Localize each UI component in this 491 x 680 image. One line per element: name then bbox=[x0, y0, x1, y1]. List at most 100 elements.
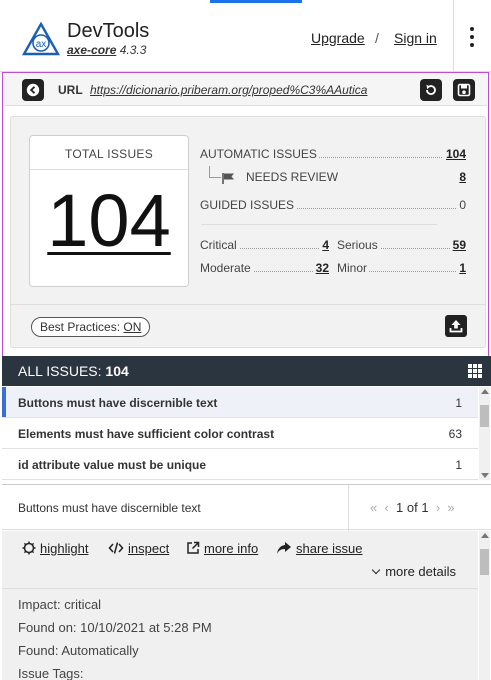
impact-text: Impact: critical bbox=[18, 597, 102, 612]
serious-row: Serious 59 bbox=[337, 238, 466, 252]
sign-in-link[interactable]: Sign in bbox=[394, 30, 437, 46]
issue-count: 63 bbox=[448, 427, 462, 441]
issue-tags-label: Issue Tags: bbox=[18, 666, 84, 680]
best-practices-label: Best Practices: bbox=[40, 320, 121, 334]
automatic-issues-row: AUTOMATIC ISSUES 104 bbox=[200, 147, 466, 161]
all-issues-count: 104 bbox=[105, 363, 129, 379]
best-practices-toggle[interactable]: Best Practices: ON bbox=[31, 317, 151, 337]
minor-label: Minor bbox=[337, 261, 370, 275]
detail-divider bbox=[2, 588, 478, 589]
automatic-issues-count[interactable]: 104 bbox=[442, 147, 466, 161]
external-link-icon bbox=[187, 541, 200, 554]
moderate-row: Moderate 32 bbox=[200, 261, 329, 275]
issue-name: id attribute value must be unique bbox=[18, 458, 207, 472]
needs-review-count[interactable]: 8 bbox=[456, 170, 466, 184]
needs-review-row: NEEDS REVIEW 8 bbox=[246, 170, 466, 184]
issue-row[interactable]: Elements must have sufficient color cont… bbox=[2, 418, 478, 449]
scroll-down-arrow-icon[interactable] bbox=[481, 473, 489, 478]
found-method-text: Found: Automatically bbox=[18, 643, 139, 658]
needs-review-label: NEEDS REVIEW bbox=[246, 170, 341, 184]
minor-row: Minor 1 bbox=[337, 261, 466, 275]
highlight-icon bbox=[22, 541, 36, 555]
serious-label: Serious bbox=[337, 238, 380, 252]
app-title: DevTools bbox=[67, 20, 150, 42]
pager-divider bbox=[348, 485, 349, 531]
critical-label: Critical bbox=[200, 238, 239, 252]
header-separator: / bbox=[375, 30, 379, 46]
axe-logo-icon: ax bbox=[22, 22, 60, 56]
share-issue-label: share issue bbox=[296, 541, 363, 556]
issue-count: 1 bbox=[455, 458, 462, 472]
issue-row[interactable]: Buttons must have discernible text 1 bbox=[2, 387, 478, 418]
kebab-menu-icon[interactable] bbox=[466, 27, 478, 47]
best-practices-state: ON bbox=[123, 320, 142, 334]
more-details-toggle[interactable]: more details bbox=[371, 564, 456, 579]
total-issues-card: TOTAL ISSUES 104 bbox=[29, 135, 189, 287]
issue-name: Buttons must have discernible text bbox=[18, 396, 218, 410]
total-issues-label: TOTAL ISSUES bbox=[64, 147, 154, 161]
code-icon bbox=[108, 542, 124, 554]
automatic-issues-label: AUTOMATIC ISSUES bbox=[200, 147, 319, 161]
svg-text:ax: ax bbox=[36, 39, 47, 50]
last-page-icon[interactable]: » bbox=[447, 500, 454, 515]
rerun-icon[interactable] bbox=[420, 79, 442, 101]
serious-count[interactable]: 59 bbox=[449, 238, 466, 252]
issue-detail-header: Buttons must have discernible text « ‹ 1… bbox=[2, 484, 491, 531]
issues-list: Buttons must have discernible text 1 Ele… bbox=[2, 387, 478, 480]
guided-issues-row: GUIDED ISSUES 0 bbox=[200, 198, 466, 212]
app-header: ax DevTools axe-core 4.3.3 Upgrade / Sig… bbox=[0, 0, 491, 72]
issue-detail-title: Buttons must have discernible text bbox=[18, 501, 201, 515]
issue-row[interactable]: id attribute value must be unique 1 bbox=[2, 449, 478, 480]
chevron-down-icon bbox=[371, 565, 381, 575]
critical-count[interactable]: 4 bbox=[319, 238, 329, 252]
found-on-text: Found on: 10/10/2021 at 5:28 PM bbox=[18, 620, 212, 635]
tree-connector bbox=[209, 166, 221, 178]
summary-footer-divider bbox=[11, 304, 485, 305]
minor-count[interactable]: 1 bbox=[456, 261, 466, 275]
share-icon bbox=[277, 542, 291, 554]
more-info-label: more info bbox=[204, 541, 259, 556]
more-info-button[interactable]: more info bbox=[186, 541, 258, 556]
app-version: axe-core 4.3.3 bbox=[67, 43, 146, 57]
scroll-up-arrow-icon[interactable] bbox=[481, 533, 489, 538]
prev-page-icon[interactable]: ‹ bbox=[384, 500, 388, 515]
issue-pager: « ‹ 1 of 1 › » bbox=[370, 500, 455, 515]
flag-icon bbox=[222, 173, 234, 184]
all-issues-header: ALL ISSUES: 104 bbox=[2, 356, 491, 386]
issue-detail-body: highlight inspect more info share issue … bbox=[2, 531, 478, 680]
save-icon[interactable] bbox=[453, 79, 475, 101]
first-page-icon[interactable]: « bbox=[370, 500, 377, 515]
inspect-button[interactable]: inspect bbox=[108, 541, 169, 556]
back-arrow-icon[interactable] bbox=[22, 79, 44, 101]
scroll-up-arrow-icon[interactable] bbox=[481, 389, 489, 394]
critical-row: Critical 4 bbox=[200, 238, 329, 252]
scrollbar-thumb[interactable] bbox=[480, 549, 489, 575]
share-issue-button[interactable]: share issue bbox=[276, 541, 362, 556]
url-bar: URL https://dicionario.priberam.org/prop… bbox=[4, 74, 487, 106]
issue-count: 1 bbox=[455, 396, 462, 410]
upgrade-link[interactable]: Upgrade bbox=[311, 30, 365, 46]
grid-icon[interactable] bbox=[468, 364, 482, 378]
more-details-label: more details bbox=[385, 564, 456, 579]
header-divider bbox=[453, 0, 454, 72]
url-link[interactable]: https://dicionario.priberam.org/proped%C… bbox=[90, 83, 367, 97]
summary-divider bbox=[201, 224, 437, 225]
inspect-label: inspect bbox=[128, 541, 170, 556]
active-tab-indicator bbox=[210, 0, 302, 3]
guided-issues-count: 0 bbox=[456, 198, 466, 212]
version-number: 4.3.3 bbox=[119, 43, 147, 57]
export-icon[interactable] bbox=[445, 315, 467, 337]
issues-summary: TOTAL ISSUES 104 AUTOMATIC ISSUES 104 NE… bbox=[10, 116, 486, 348]
moderate-count[interactable]: 32 bbox=[312, 261, 329, 275]
issue-name: Elements must have sufficient color cont… bbox=[18, 427, 275, 441]
issues-scrollbar[interactable] bbox=[479, 387, 490, 480]
guided-issues-label: GUIDED ISSUES bbox=[200, 198, 297, 212]
highlight-button[interactable]: highlight bbox=[22, 541, 88, 556]
scrollbar-thumb[interactable] bbox=[480, 405, 489, 427]
moderate-label: Moderate bbox=[200, 261, 253, 275]
detail-scrollbar[interactable] bbox=[479, 531, 490, 680]
axe-core-link[interactable]: axe-core bbox=[67, 43, 116, 57]
all-issues-label: ALL ISSUES: bbox=[18, 363, 102, 379]
total-issues-count[interactable]: 104 bbox=[30, 184, 188, 258]
next-page-icon[interactable]: › bbox=[436, 500, 440, 515]
